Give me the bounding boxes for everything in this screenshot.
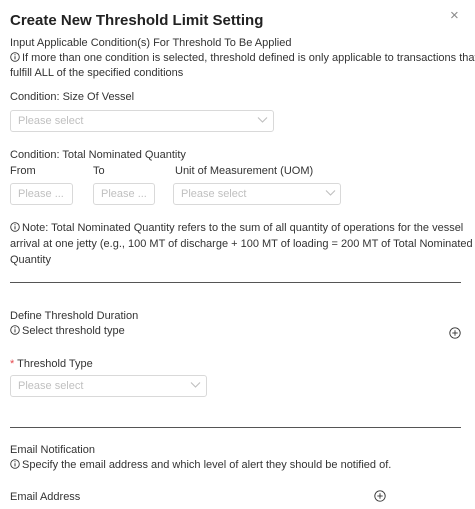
close-icon[interactable]: × <box>450 8 459 23</box>
modal-title: Create New Threshold Limit Setting <box>10 12 264 29</box>
uom-select[interactable]: Please select <box>173 183 341 205</box>
uom-placeholder: Please select <box>181 188 247 200</box>
section-divider <box>10 282 461 283</box>
vessel-size-placeholder: Please select <box>18 115 84 127</box>
info-circle-icon <box>10 325 20 335</box>
to-label: To <box>93 165 105 177</box>
chevron-down-icon <box>190 382 201 388</box>
threshold-type-label: * Threshold Type <box>10 357 93 372</box>
section-divider <box>10 427 461 428</box>
info-circle-icon <box>10 459 20 469</box>
email-notification-heading: Email Notification <box>10 444 95 456</box>
note-line2: arrival at one jetty (e.g., 100 MT of di… <box>10 238 473 250</box>
info-circle-icon <box>10 52 20 62</box>
note-text: Note: Total Nominated Quantity refers to… <box>22 222 464 234</box>
conditions-heading: Input Applicable Condition(s) For Thresh… <box>10 37 292 49</box>
email-address-label: Email Address <box>10 491 81 503</box>
to-placeholder: Please ... <box>101 188 147 200</box>
conditions-info-line2: fulfill ALL of the specified conditions <box>10 67 184 79</box>
nominated-quantity-label: Condition: Total Nominated Quantity <box>10 149 186 161</box>
threshold-type-select[interactable]: Please select <box>10 375 207 397</box>
add-threshold-plus-circle-icon[interactable] <box>449 327 461 339</box>
conditions-info-text: If more than one condition is selected, … <box>22 52 475 64</box>
threshold-type-info: Select threshold type <box>10 324 125 339</box>
uom-label: Unit of Measurement (UOM) <box>175 165 314 177</box>
threshold-duration-heading: Define Threshold Duration <box>10 310 139 322</box>
to-input[interactable]: Please ... <box>93 183 155 205</box>
threshold-type-label-text: Threshold Type <box>17 358 93 370</box>
threshold-type-placeholder: Please select <box>18 380 84 392</box>
email-notification-info: Specify the email address and which leve… <box>10 458 391 473</box>
email-notification-info-text: Specify the email address and which leve… <box>22 459 392 471</box>
from-placeholder: Please ... <box>18 188 64 200</box>
required-mark: * <box>10 358 15 370</box>
chevron-down-icon <box>325 190 336 196</box>
from-label: From <box>10 165 36 177</box>
from-input[interactable]: Please ... <box>10 183 73 205</box>
threshold-type-info-text: Select threshold type <box>22 325 125 337</box>
chevron-down-icon <box>257 117 268 123</box>
vessel-size-label: Condition: Size Of Vessel <box>10 91 135 103</box>
add-email-plus-circle-icon[interactable] <box>374 490 386 502</box>
nominated-quantity-note: Note: Total Nominated Quantity refers to… <box>10 221 463 236</box>
note-line3: Quantity <box>10 254 51 266</box>
info-circle-icon <box>10 222 20 232</box>
conditions-info: If more than one condition is selected, … <box>10 51 475 66</box>
vessel-size-select[interactable]: Please select <box>10 110 274 132</box>
